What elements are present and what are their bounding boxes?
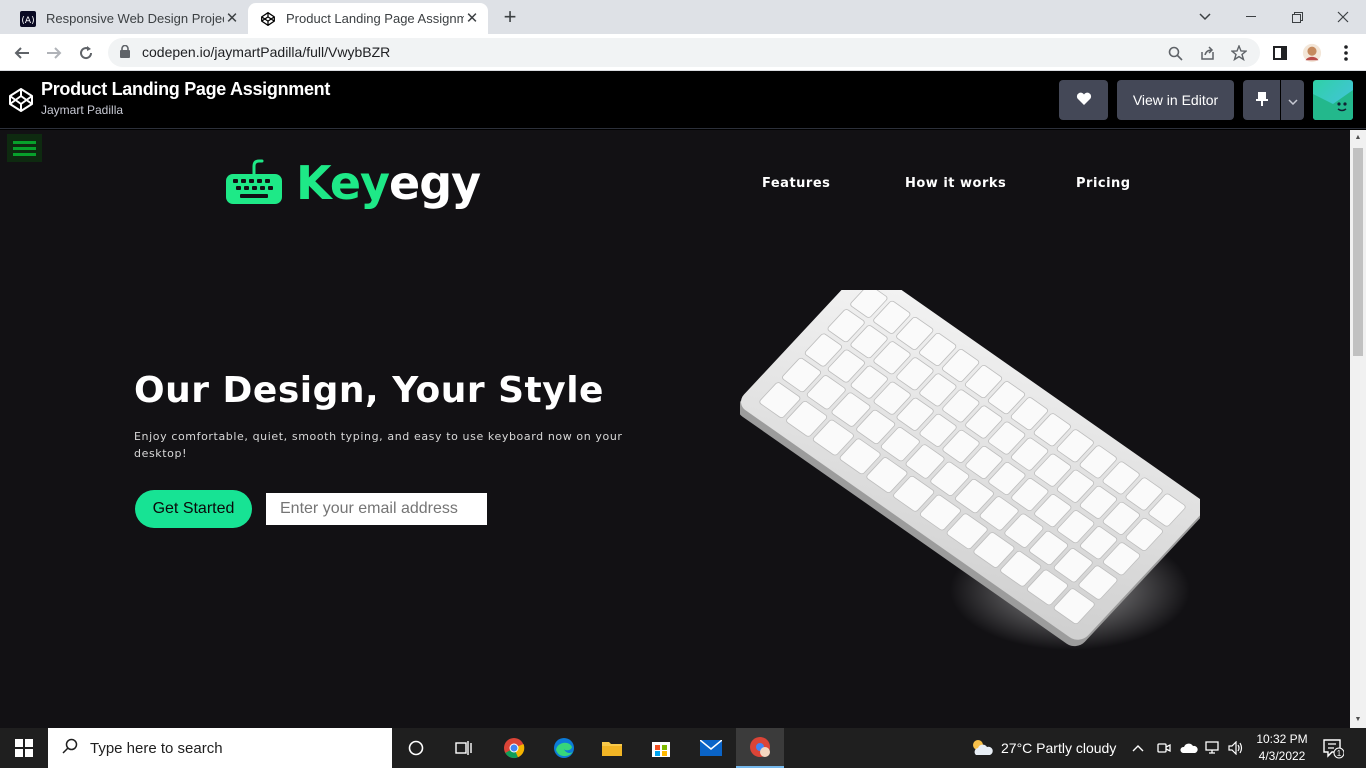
share-icon[interactable]	[1198, 44, 1216, 62]
site-brand[interactable]: Keyegy	[224, 156, 481, 210]
bookmark-star-icon[interactable]	[1230, 44, 1248, 62]
browser-tabstrip: (A) Responsive Web Design Projects ✕ Pro…	[0, 0, 1366, 34]
browser-toolbar: codepen.io/jaymartPadilla/full/VwybBZR	[0, 34, 1366, 71]
tab-title: Responsive Web Design Projects	[46, 11, 224, 26]
chevron-down-icon	[1287, 92, 1298, 108]
back-button[interactable]	[8, 39, 36, 67]
svg-text:(A): (A)	[21, 16, 34, 26]
search-placeholder: Type here to search	[90, 739, 223, 757]
zoom-search-icon[interactable]	[1166, 44, 1184, 62]
pen-preview: Keyegy Features How it works Pricing Our…	[0, 130, 1350, 728]
brand-key: Key	[296, 156, 390, 210]
file-explorer-icon[interactable]	[588, 728, 636, 768]
tab-title: Product Landing Page Assignmen	[286, 11, 464, 26]
nav-link-pricing[interactable]: Pricing	[1076, 176, 1131, 191]
like-button[interactable]	[1059, 80, 1108, 120]
forward-button[interactable]	[40, 39, 68, 67]
lock-icon	[120, 44, 130, 63]
volume-icon[interactable]	[1228, 728, 1244, 768]
pen-author[interactable]: Jaymart Padilla	[41, 103, 123, 117]
user-avatar[interactable]	[1313, 80, 1353, 120]
page-scrollbar[interactable]: ▲ ▼	[1350, 130, 1366, 728]
close-window-button[interactable]	[1320, 0, 1366, 34]
partly-cloudy-icon	[968, 737, 994, 760]
minimize-button[interactable]	[1228, 0, 1274, 34]
keyboard-logo-icon	[224, 158, 284, 208]
scrollbar-thumb[interactable]	[1353, 148, 1363, 356]
browser-tab-1[interactable]: (A) Responsive Web Design Projects ✕	[8, 3, 248, 34]
address-bar[interactable]: codepen.io/jaymartPadilla/full/VwybBZR	[108, 38, 1260, 67]
tray-chevron-icon[interactable]	[1132, 728, 1144, 768]
tab-search-icon[interactable]	[1182, 0, 1228, 34]
edge-icon[interactable]	[540, 728, 588, 768]
taskbar-clock[interactable]: 10:32 PM 4/3/2022	[1252, 731, 1312, 765]
scroll-down-icon[interactable]: ▼	[1353, 715, 1363, 725]
pin-dropdown-button[interactable]	[1281, 80, 1304, 120]
hero-subtitle: Enjoy comfortable, quiet, smooth typing,…	[134, 430, 623, 460]
pin-button[interactable]	[1243, 80, 1280, 120]
weather-widget[interactable]: 27°C Partly cloudy	[968, 728, 1116, 768]
notifications-icon[interactable]: 1	[1322, 728, 1344, 768]
heart-icon	[1076, 92, 1092, 109]
keyboard-product-image	[737, 269, 1205, 660]
fcc-favicon-icon: (A)	[20, 10, 36, 27]
network-icon[interactable]	[1205, 728, 1221, 768]
restore-button[interactable]	[1274, 0, 1320, 34]
mail-icon[interactable]	[687, 728, 735, 768]
notification-count: 1	[1337, 749, 1342, 758]
hamburger-menu-icon[interactable]	[7, 134, 42, 162]
windows-taskbar: Type here to search 27°C Partly cloudy 1…	[0, 728, 1366, 768]
browser-tab-2[interactable]: Product Landing Page Assignmen ✕	[248, 3, 488, 34]
profile-avatar-icon[interactable]	[1302, 43, 1322, 63]
side-panel-icon[interactable]	[1270, 43, 1290, 63]
cortana-icon[interactable]	[392, 728, 440, 768]
get-started-button[interactable]: Get Started	[135, 490, 252, 528]
close-tab-icon[interactable]: ✕	[464, 10, 480, 27]
codepen-favicon-icon	[260, 11, 276, 27]
menu-kebab-icon[interactable]	[1336, 43, 1356, 63]
pin-icon	[1255, 91, 1268, 110]
codepen-logo-icon[interactable]	[8, 87, 34, 113]
close-tab-icon[interactable]: ✕	[224, 10, 240, 27]
nav-link-how-it-works[interactable]: How it works	[905, 176, 1006, 191]
nav-link-features[interactable]: Features	[762, 176, 830, 191]
weather-text: 27°C Partly cloudy	[1001, 740, 1117, 756]
view-in-editor-button[interactable]: View in Editor	[1117, 80, 1234, 120]
task-view-icon[interactable]	[440, 728, 488, 768]
clock-time: 10:32 PM	[1256, 732, 1308, 746]
email-input[interactable]	[266, 493, 487, 525]
brand-egy: egy	[389, 156, 481, 210]
meet-now-icon[interactable]	[1157, 728, 1171, 768]
taskbar-search-box[interactable]: Type here to search	[48, 728, 392, 768]
search-icon	[62, 738, 78, 759]
brand-name: Keyegy	[296, 156, 481, 210]
reload-button[interactable]	[72, 39, 100, 67]
new-tab-button[interactable]: +	[498, 6, 522, 30]
windows-start-icon[interactable]	[0, 728, 48, 768]
chrome-profile-icon[interactable]	[736, 728, 784, 768]
chrome-icon[interactable]	[490, 728, 538, 768]
url-text: codepen.io/jaymartPadilla/full/VwybBZR	[142, 44, 391, 60]
microsoft-store-icon[interactable]	[637, 728, 685, 768]
onedrive-cloud-icon[interactable]	[1180, 728, 1198, 768]
pen-title: Product Landing Page Assignment	[41, 79, 331, 99]
codepen-header: Product Landing Page Assignment Jaymart …	[0, 71, 1366, 129]
hero-title: Our Design, Your Style	[134, 370, 604, 411]
scroll-up-icon[interactable]: ▲	[1353, 133, 1363, 143]
clock-date: 4/3/2022	[1258, 749, 1306, 763]
